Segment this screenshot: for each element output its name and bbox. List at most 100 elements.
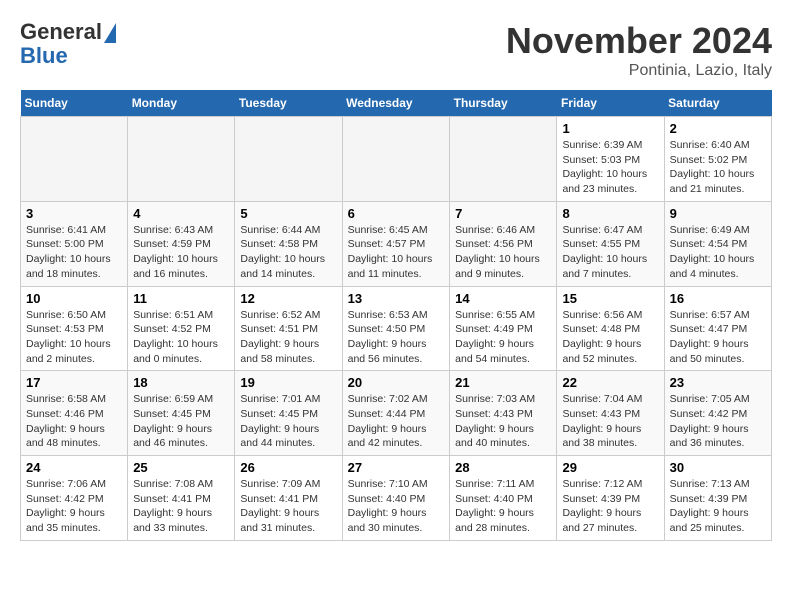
- day-number: 4: [133, 206, 229, 221]
- calendar-cell: 19 Sunrise: 7:01 AM Sunset: 4:45 PM Dayli…: [235, 371, 342, 456]
- day-number: 15: [562, 291, 658, 306]
- calendar-cell: 3 Sunrise: 6:41 AM Sunset: 5:00 PM Daylig…: [21, 201, 128, 286]
- page-header: General Blue November 2024 Pontinia, Laz…: [20, 20, 772, 80]
- weekday-header-friday: Friday: [557, 90, 664, 117]
- calendar-cell: 11Sunrise: 6:51 AM Sunset: 4:52 PM Dayli…: [128, 286, 235, 371]
- calendar-cell: 28Sunrise: 7:11 AM Sunset: 4:40 PM Dayli…: [450, 456, 557, 541]
- day-info: Sunrise: 7:09 AM Sunset: 4:41 PM Dayligh…: [240, 477, 336, 536]
- day-number: 10: [26, 291, 122, 306]
- day-info: Sunrise: 7:12 AM Sunset: 4:39 PM Dayligh…: [562, 477, 658, 536]
- day-info: Sunrise: 6:40 AM Sunset: 5:02 PM Dayligh…: [670, 138, 766, 197]
- week-row-5: 24Sunrise: 7:06 AM Sunset: 4:42 PM Dayli…: [21, 456, 772, 541]
- day-info: Sunrise: 6:49 AM Sunset: 4:54 PM Dayligh…: [670, 223, 766, 282]
- day-info: Sunrise: 6:56 AM Sunset: 4:48 PM Dayligh…: [562, 308, 658, 367]
- weekday-header-saturday: Saturday: [664, 90, 771, 117]
- day-info: Sunrise: 6:58 AM Sunset: 4:46 PM Dayligh…: [26, 392, 122, 451]
- day-number: 18: [133, 375, 229, 390]
- calendar-cell: 7Sunrise: 6:46 AM Sunset: 4:56 PM Daylig…: [450, 201, 557, 286]
- calendar-cell: 15 Sunrise: 6:56 AM Sunset: 4:48 PM Dayli…: [557, 286, 664, 371]
- calendar-cell: 14Sunrise: 6:55 AM Sunset: 4:49 PM Dayli…: [450, 286, 557, 371]
- day-number: 26: [240, 460, 336, 475]
- day-number: 28: [455, 460, 551, 475]
- day-number: 22: [562, 375, 658, 390]
- day-number: 24: [26, 460, 122, 475]
- day-info: Sunrise: 6:41 AM Sunset: 5:00 PM Dayligh…: [26, 223, 122, 282]
- weekday-header-monday: Monday: [128, 90, 235, 117]
- calendar-cell: 25Sunrise: 7:08 AM Sunset: 4:41 PM Dayli…: [128, 456, 235, 541]
- calendar-cell: 2 Sunrise: 6:40 AM Sunset: 5:02 PM Daylig…: [664, 117, 771, 202]
- day-number: 8: [562, 206, 658, 221]
- day-info: Sunrise: 7:05 AM Sunset: 4:42 PM Dayligh…: [670, 392, 766, 451]
- logo-text-line1: General: [20, 20, 116, 44]
- calendar-cell: [342, 117, 450, 202]
- day-info: Sunrise: 6:59 AM Sunset: 4:45 PM Dayligh…: [133, 392, 229, 451]
- day-info: Sunrise: 6:44 AM Sunset: 4:58 PM Dayligh…: [240, 223, 336, 282]
- calendar-cell: 20 Sunrise: 7:02 AM Sunset: 4:44 PM Dayli…: [342, 371, 450, 456]
- calendar-cell: 4 Sunrise: 6:43 AM Sunset: 4:59 PM Daylig…: [128, 201, 235, 286]
- calendar-cell: 27 Sunrise: 7:10 AM Sunset: 4:40 PM Dayli…: [342, 456, 450, 541]
- day-number: 20: [348, 375, 445, 390]
- calendar-cell: 9Sunrise: 6:49 AM Sunset: 4:54 PM Daylig…: [664, 201, 771, 286]
- day-number: 30: [670, 460, 766, 475]
- title-area: November 2024 Pontinia, Lazio, Italy: [506, 20, 772, 80]
- day-number: 5: [240, 206, 336, 221]
- calendar-cell: [450, 117, 557, 202]
- calendar-cell: 22 Sunrise: 7:04 AM Sunset: 4:43 PM Dayli…: [557, 371, 664, 456]
- calendar-cell: [21, 117, 128, 202]
- calendar-cell: [235, 117, 342, 202]
- month-title: November 2024: [506, 20, 772, 62]
- day-number: 29: [562, 460, 658, 475]
- calendar-cell: 16 Sunrise: 6:57 AM Sunset: 4:47 PM Dayli…: [664, 286, 771, 371]
- day-info: Sunrise: 6:39 AM Sunset: 5:03 PM Dayligh…: [562, 138, 658, 197]
- weekday-header-sunday: Sunday: [21, 90, 128, 117]
- day-info: Sunrise: 6:50 AM Sunset: 4:53 PM Dayligh…: [26, 308, 122, 367]
- day-info: Sunrise: 7:01 AM Sunset: 4:45 PM Dayligh…: [240, 392, 336, 451]
- calendar-cell: 24Sunrise: 7:06 AM Sunset: 4:42 PM Dayli…: [21, 456, 128, 541]
- day-info: Sunrise: 6:51 AM Sunset: 4:52 PM Dayligh…: [133, 308, 229, 367]
- logo-text-line2: Blue: [20, 44, 68, 68]
- day-number: 19: [240, 375, 336, 390]
- day-info: Sunrise: 7:10 AM Sunset: 4:40 PM Dayligh…: [348, 477, 445, 536]
- day-info: Sunrise: 7:02 AM Sunset: 4:44 PM Dayligh…: [348, 392, 445, 451]
- day-info: Sunrise: 6:46 AM Sunset: 4:56 PM Dayligh…: [455, 223, 551, 282]
- calendar-cell: 8 Sunrise: 6:47 AM Sunset: 4:55 PM Daylig…: [557, 201, 664, 286]
- calendar-cell: 23 Sunrise: 7:05 AM Sunset: 4:42 PM Dayli…: [664, 371, 771, 456]
- day-number: 21: [455, 375, 551, 390]
- calendar-cell: 30Sunrise: 7:13 AM Sunset: 4:39 PM Dayli…: [664, 456, 771, 541]
- calendar-cell: 5 Sunrise: 6:44 AM Sunset: 4:58 PM Daylig…: [235, 201, 342, 286]
- calendar-cell: 29 Sunrise: 7:12 AM Sunset: 4:39 PM Dayli…: [557, 456, 664, 541]
- weekday-header-row: SundayMondayTuesdayWednesdayThursdayFrid…: [21, 90, 772, 117]
- day-number: 2: [670, 121, 766, 136]
- calendar-cell: [128, 117, 235, 202]
- day-info: Sunrise: 6:45 AM Sunset: 4:57 PM Dayligh…: [348, 223, 445, 282]
- day-number: 13: [348, 291, 445, 306]
- calendar-cell: 10 Sunrise: 6:50 AM Sunset: 4:53 PM Dayli…: [21, 286, 128, 371]
- day-number: 6: [348, 206, 445, 221]
- calendar-cell: 17 Sunrise: 6:58 AM Sunset: 4:46 PM Dayli…: [21, 371, 128, 456]
- weekday-header-tuesday: Tuesday: [235, 90, 342, 117]
- day-number: 17: [26, 375, 122, 390]
- week-row-1: 1Sunrise: 6:39 AM Sunset: 5:03 PM Daylig…: [21, 117, 772, 202]
- calendar-cell: 1Sunrise: 6:39 AM Sunset: 5:03 PM Daylig…: [557, 117, 664, 202]
- day-number: 16: [670, 291, 766, 306]
- calendar-cell: 21Sunrise: 7:03 AM Sunset: 4:43 PM Dayli…: [450, 371, 557, 456]
- week-row-4: 17 Sunrise: 6:58 AM Sunset: 4:46 PM Dayli…: [21, 371, 772, 456]
- day-info: Sunrise: 6:53 AM Sunset: 4:50 PM Dayligh…: [348, 308, 445, 367]
- day-info: Sunrise: 7:04 AM Sunset: 4:43 PM Dayligh…: [562, 392, 658, 451]
- day-number: 27: [348, 460, 445, 475]
- day-info: Sunrise: 6:47 AM Sunset: 4:55 PM Dayligh…: [562, 223, 658, 282]
- day-info: Sunrise: 6:52 AM Sunset: 4:51 PM Dayligh…: [240, 308, 336, 367]
- week-row-2: 3 Sunrise: 6:41 AM Sunset: 5:00 PM Daylig…: [21, 201, 772, 286]
- calendar-cell: 26 Sunrise: 7:09 AM Sunset: 4:41 PM Dayli…: [235, 456, 342, 541]
- day-info: Sunrise: 6:43 AM Sunset: 4:59 PM Dayligh…: [133, 223, 229, 282]
- calendar-cell: 13 Sunrise: 6:53 AM Sunset: 4:50 PM Dayli…: [342, 286, 450, 371]
- day-number: 23: [670, 375, 766, 390]
- logo: General Blue: [20, 20, 116, 68]
- weekday-header-thursday: Thursday: [450, 90, 557, 117]
- day-info: Sunrise: 6:57 AM Sunset: 4:47 PM Dayligh…: [670, 308, 766, 367]
- location: Pontinia, Lazio, Italy: [506, 62, 772, 80]
- day-info: Sunrise: 7:08 AM Sunset: 4:41 PM Dayligh…: [133, 477, 229, 536]
- week-row-3: 10 Sunrise: 6:50 AM Sunset: 4:53 PM Dayli…: [21, 286, 772, 371]
- calendar-table: SundayMondayTuesdayWednesdayThursdayFrid…: [20, 90, 772, 541]
- day-number: 3: [26, 206, 122, 221]
